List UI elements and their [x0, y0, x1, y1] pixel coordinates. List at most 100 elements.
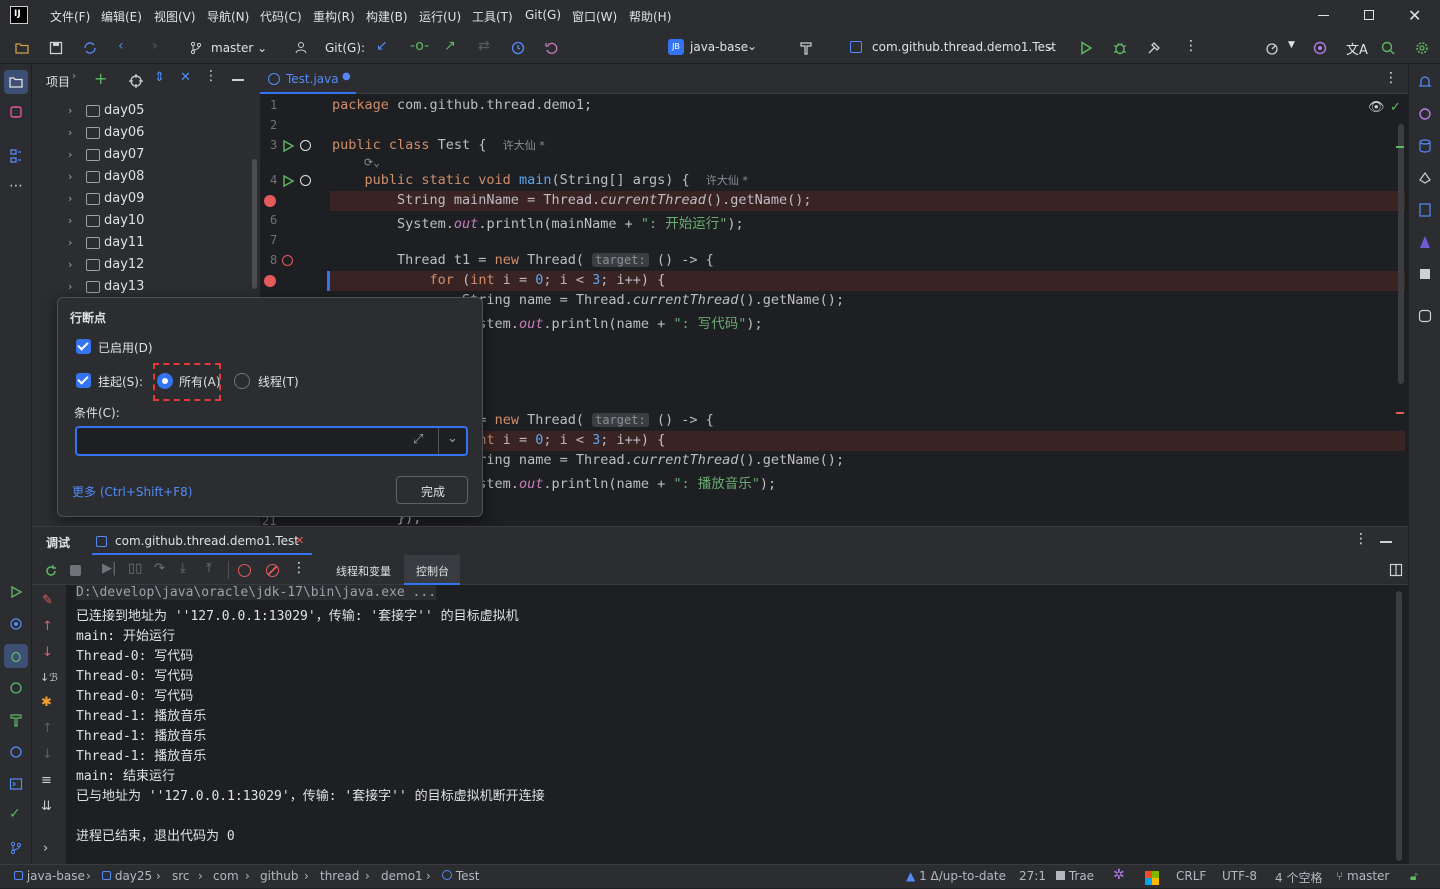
git-branch[interactable]: ⑂ master: [1336, 869, 1389, 883]
back-icon[interactable]: ‹: [118, 38, 124, 54]
tree-item-day09[interactable]: › day09: [32, 189, 260, 211]
codevision-icon[interactable]: ⟳⌄: [364, 156, 380, 169]
arrow-down-icon[interactable]: ↓: [42, 645, 53, 660]
suspend-thread-radio[interactable]: [234, 373, 250, 389]
condition-field[interactable]: ⤢ ⌄: [75, 426, 468, 456]
settings-gear-icon[interactable]: [1414, 40, 1430, 56]
chevron-down-icon[interactable]: ▼: [1288, 40, 1295, 50]
branch-selector[interactable]: master ⌄: [211, 41, 267, 55]
more-debug-actions-icon[interactable]: ⋮: [292, 560, 306, 576]
sync-icon[interactable]: [82, 40, 98, 56]
editor-scrollbar[interactable]: [1398, 124, 1404, 384]
bug-icon[interactable]: ✱: [41, 695, 52, 710]
options-icon[interactable]: ⋮: [204, 68, 218, 84]
expand-editor-icon[interactable]: ⤢: [413, 432, 423, 447]
menu-refactor[interactable]: 重构(R): [313, 8, 355, 25]
enabled-label[interactable]: 已启用(D): [98, 339, 153, 356]
endpoints-icon[interactable]: [8, 744, 24, 760]
tab-run-config[interactable]: com.github.thread.demo1.Test ✕: [92, 527, 312, 555]
rerun-icon[interactable]: [43, 563, 59, 579]
tree-item-day08[interactable]: › day08: [32, 167, 260, 189]
tree-item-day10[interactable]: › day10: [32, 211, 260, 233]
project-tool-icon[interactable]: [4, 70, 28, 94]
edit-icon[interactable]: ✎: [42, 593, 53, 608]
panel-icon[interactable]: [1417, 266, 1433, 282]
git-commit-icon[interactable]: -o-: [410, 38, 429, 54]
step-out-icon[interactable]: ⤒: [206, 561, 212, 576]
chevron-right-icon[interactable]: ›: [68, 236, 72, 249]
editor-options-icon[interactable]: ⋮: [1384, 70, 1398, 86]
forward-icon[interactable]: ›: [152, 38, 158, 54]
services-icon[interactable]: [8, 616, 24, 632]
suspend-all-radio[interactable]: [157, 373, 173, 389]
attach-hammer-icon[interactable]: [1146, 40, 1162, 56]
build-hammer-icon[interactable]: [798, 40, 814, 56]
chevron-down-icon[interactable]: ⌄: [447, 431, 458, 446]
reader-mode-icon[interactable]: 👁: [1368, 100, 1385, 115]
chevron-right-icon[interactable]: ›: [68, 192, 72, 205]
git-push-icon[interactable]: ↗: [444, 38, 456, 54]
stop-gutter-icon[interactable]: [300, 175, 311, 186]
user-icon[interactable]: [294, 40, 310, 56]
git-merge-icon[interactable]: ⇄: [478, 38, 490, 54]
chevron-right-icon[interactable]: ›: [68, 148, 72, 161]
chevron-right-icon[interactable]: ›: [68, 126, 72, 139]
tree-item-day07[interactable]: › day07: [32, 145, 260, 167]
code-with-me-icon[interactable]: [1417, 308, 1433, 324]
suspend-all-label[interactable]: 所有(A): [179, 373, 221, 390]
suspend-checkbox[interactable]: [76, 373, 91, 388]
menu-navigate[interactable]: 导航(N): [207, 8, 249, 25]
inspection-ok-icon[interactable]: ✓: [1390, 100, 1401, 115]
git-tool-icon[interactable]: [8, 840, 24, 856]
notifications-icon[interactable]: [1417, 74, 1433, 90]
problems-icon[interactable]: ✓: [9, 806, 21, 822]
mute-breakpoints-icon[interactable]: [266, 564, 279, 577]
view-breakpoints-icon[interactable]: [238, 564, 251, 577]
document-icon[interactable]: [1417, 202, 1433, 218]
scroll-to-end-icon[interactable]: ⇊: [41, 799, 52, 814]
up-icon[interactable]: ↑: [42, 721, 53, 736]
tree-item-day11[interactable]: › day11: [32, 233, 260, 255]
console-scrollbar[interactable]: [1396, 591, 1402, 861]
breakpoint-icon[interactable]: [264, 275, 276, 287]
add-icon[interactable]: +: [94, 69, 107, 88]
menu-view[interactable]: 视图(V): [154, 8, 196, 25]
menu-edit[interactable]: 编辑(E): [101, 8, 142, 25]
chevron-down-icon[interactable]: ›: [72, 71, 76, 82]
run-tool-icon[interactable]: [8, 584, 24, 600]
suspend-thread-label[interactable]: 线程(T): [258, 373, 299, 390]
sort-icon[interactable]: ↓ℬ: [40, 671, 58, 684]
ai-status-icon[interactable]: ✲: [1113, 867, 1125, 883]
copilot-icon[interactable]: [1417, 170, 1433, 186]
tab-console[interactable]: 控制台: [404, 555, 460, 585]
run-gutter-icon[interactable]: [280, 173, 296, 189]
breadcrumb-item[interactable]: Test: [442, 869, 479, 883]
search-icon[interactable]: [1380, 40, 1396, 56]
done-button[interactable]: 完成: [396, 476, 468, 504]
maximize-icon[interactable]: [1364, 10, 1374, 20]
menu-git[interactable]: Git(G): [525, 8, 561, 22]
ai-assistant-icon[interactable]: [1312, 40, 1328, 56]
unlock-icon[interactable]: 🔓︎: [1410, 869, 1418, 884]
more-actions-icon[interactable]: ⋮: [1184, 38, 1198, 54]
tree-item-day12[interactable]: › day12: [32, 255, 260, 277]
arrow-up-icon[interactable]: ↑: [42, 619, 53, 634]
locate-icon[interactable]: [128, 73, 144, 89]
plugins-icon[interactable]: [8, 104, 24, 120]
layout-icon[interactable]: [1388, 562, 1404, 578]
menu-build[interactable]: 构建(B): [366, 8, 408, 25]
run-icon[interactable]: [1078, 40, 1094, 56]
minimize-icon[interactable]: [1318, 15, 1329, 16]
chevron-right-icon[interactable]: ›: [68, 170, 72, 183]
breadcrumb-item[interactable]: com: [213, 869, 239, 883]
stop-gutter-icon[interactable]: [300, 140, 311, 151]
breakpoint-icon[interactable]: [264, 195, 276, 207]
expand-all-icon[interactable]: ⇕: [154, 70, 165, 85]
caret-position[interactable]: 27:1: [1019, 869, 1046, 883]
debug-icon[interactable]: [1112, 40, 1128, 56]
breadcrumb-item[interactable]: src: [172, 869, 190, 883]
stop-icon[interactable]: [70, 565, 81, 576]
more-tools-icon[interactable]: ⋯: [9, 178, 23, 194]
vcs-status[interactable]: ▲ 1 Δ/up-to-date: [906, 869, 1006, 883]
chevron-right-icon[interactable]: ›: [68, 104, 72, 117]
